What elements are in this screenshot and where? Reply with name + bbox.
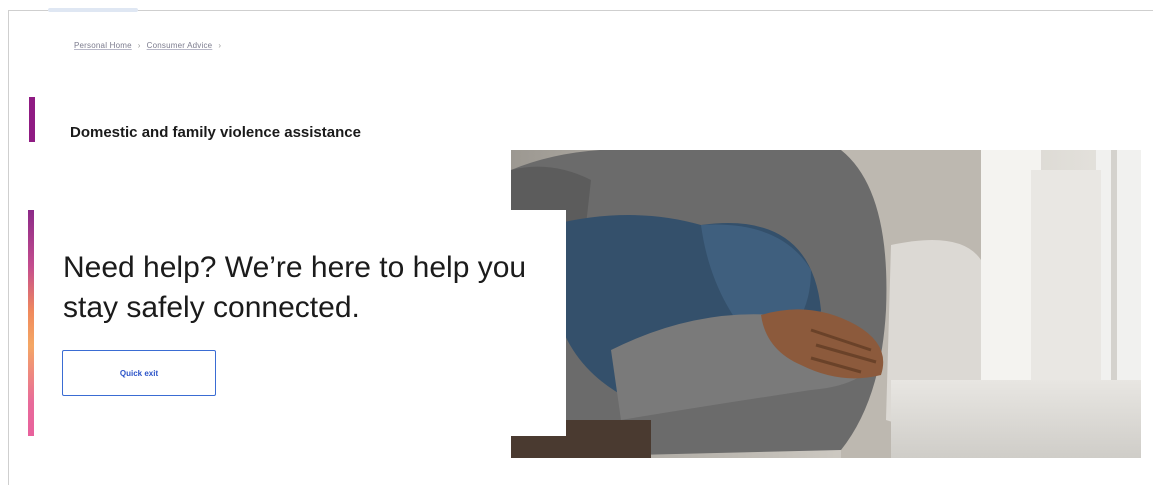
breadcrumb-consumer-advice[interactable]: Consumer Advice [147,41,213,50]
hero-image [511,150,1141,458]
breadcrumb: Personal Home › Consumer Advice › [74,41,221,50]
top-tab-indicator [48,8,138,12]
hero-title: Need help? We’re here to help you stay s… [63,251,527,324]
quick-exit-button[interactable]: Quick exit [62,350,216,396]
page-title: Domestic and family violence assistance [70,124,361,142]
page-frame-top [8,10,1153,11]
page-frame-left [8,10,9,485]
hero-accent-bar [28,210,34,436]
breadcrumb-separator: › [218,41,222,50]
heading-accent-bar [29,97,35,142]
breadcrumb-separator: › [137,41,141,50]
breadcrumb-personal-home[interactable]: Personal Home [74,41,132,50]
hero-photo-illustration [511,150,1141,458]
hero-card: Need help? We’re here to help you stay s… [28,210,566,436]
